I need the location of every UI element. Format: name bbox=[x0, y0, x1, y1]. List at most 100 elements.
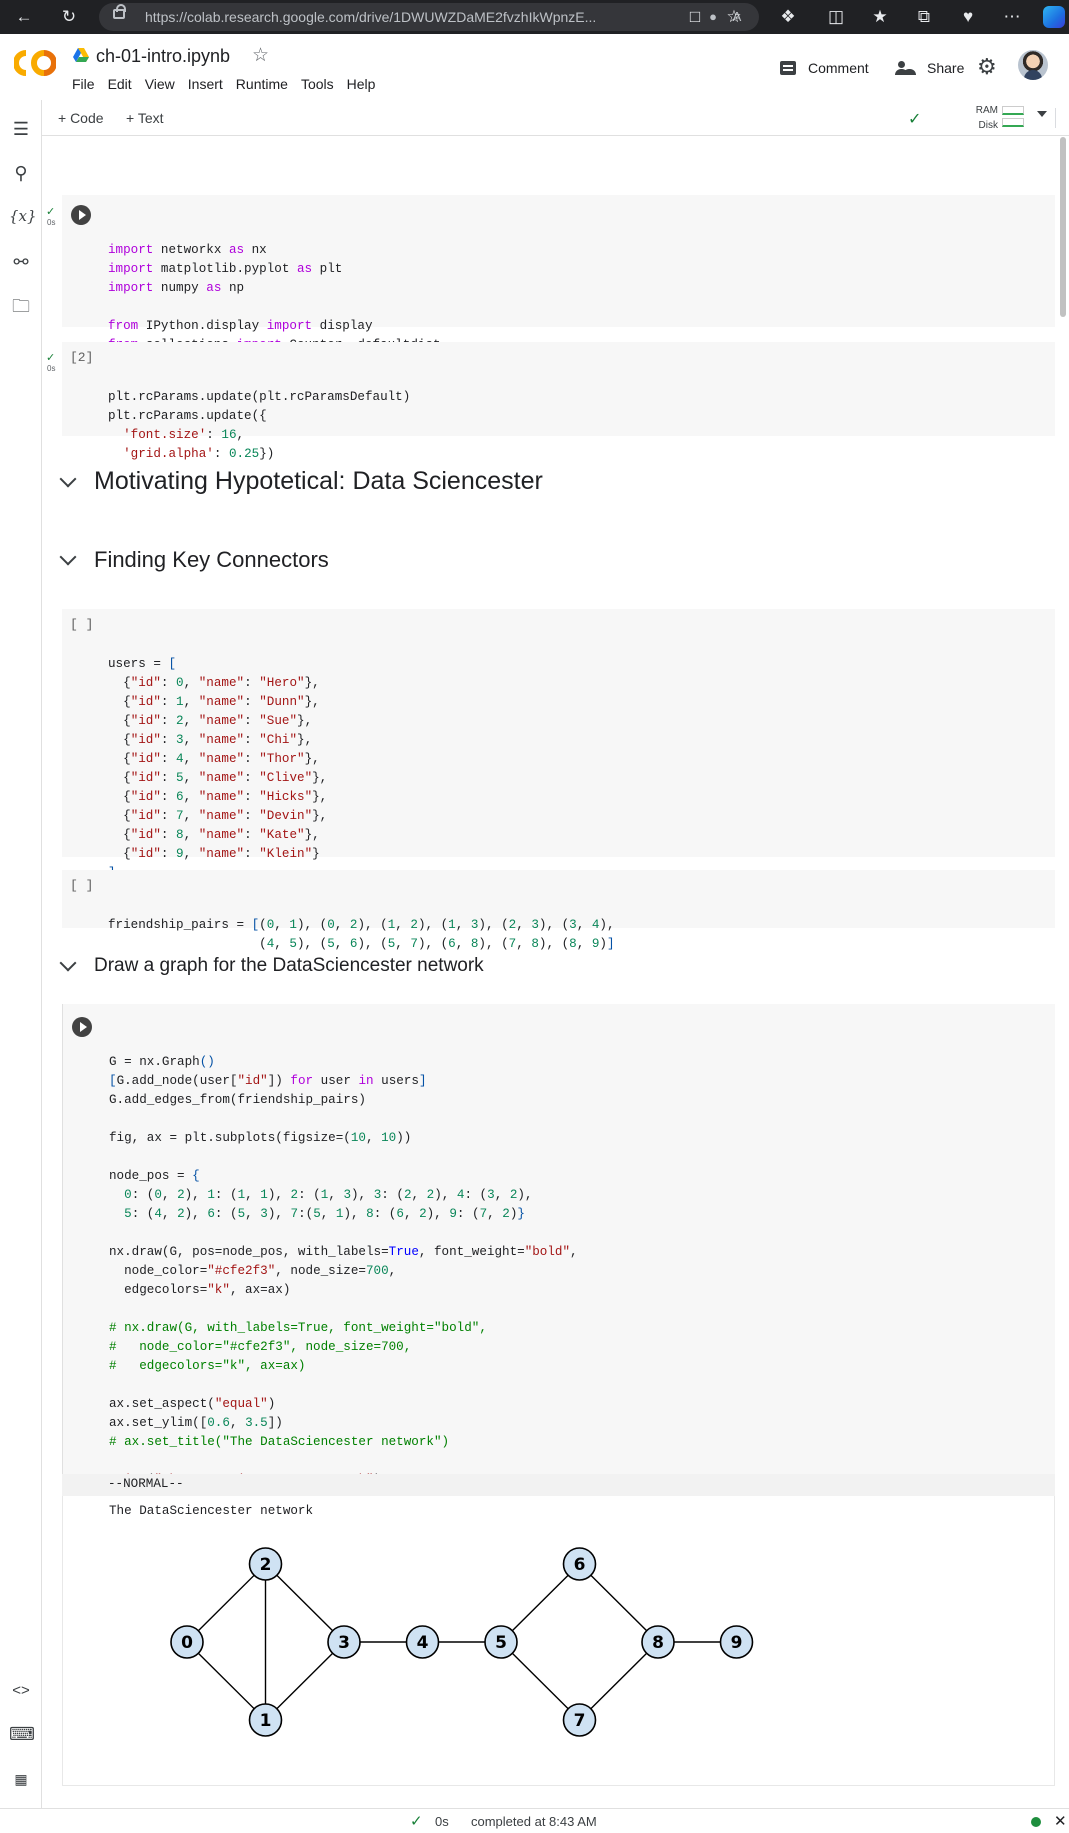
code-line: # nx.draw(G, with_labels=True, font_weig… bbox=[109, 1321, 487, 1335]
code-line: (4, 5), (5, 6), (5, 7), (6, 8), (7, 8), … bbox=[108, 937, 615, 951]
resource-labels[interactable]: RAM Disk bbox=[932, 103, 998, 133]
code-line: G.add_edges_from(friendship_pairs) bbox=[109, 1093, 366, 1107]
code-line: # node_color="#cfe2f3", node_size=700, bbox=[109, 1340, 412, 1354]
favorite-icon[interactable]: ☆ bbox=[722, 5, 746, 29]
code-line: {"id": 1, "name": "Dunn"}, bbox=[108, 695, 320, 709]
menu-view[interactable]: View bbox=[145, 76, 175, 92]
code-cell[interactable]: [ ] friendship_pairs = [(0, 1), (0, 2), … bbox=[62, 870, 1055, 951]
vim-mode: --NORMAL-- bbox=[108, 1477, 184, 1491]
code-line: {"id": 7, "name": "Devin"}, bbox=[108, 809, 328, 823]
heading-text: Draw a graph for the DataSciencester net… bbox=[94, 955, 484, 976]
terminal-icon[interactable]: ▦ bbox=[9, 1767, 33, 1791]
reader-icon[interactable]: □ bbox=[683, 5, 707, 29]
address-bar[interactable]: https://colab.research.google.com/drive/… bbox=[99, 3, 759, 31]
gear-icon[interactable]: ⚙ bbox=[977, 56, 997, 78]
code-cell[interactable]: G = nx.Graph() [G.add_node(user["id"]) fo… bbox=[62, 1004, 1055, 1506]
chevron-down-icon[interactable] bbox=[59, 954, 77, 972]
code-line: plt.rcParams.update({ bbox=[108, 409, 267, 423]
chevron-down-icon[interactable] bbox=[59, 548, 77, 566]
code-line: {"id": 8, "name": "Kate"}, bbox=[108, 828, 320, 842]
heading-text: Finding Key Connectors bbox=[94, 547, 329, 572]
menu-help[interactable]: Help bbox=[347, 76, 376, 92]
menu-bar: File Edit View Insert Runtime Tools Help bbox=[72, 76, 388, 92]
resource-meter[interactable] bbox=[1002, 106, 1024, 130]
scroll-thumb[interactable] bbox=[1060, 137, 1066, 317]
exec-success-icon: ✓ bbox=[46, 352, 56, 364]
key-icon[interactable]: ⚯ bbox=[9, 250, 33, 274]
menu-runtime[interactable]: Runtime bbox=[236, 76, 288, 92]
run-cell-icon[interactable] bbox=[72, 1017, 92, 1037]
code-snippets-icon[interactable]: <> bbox=[9, 1679, 33, 1703]
menu-edit[interactable]: Edit bbox=[108, 76, 132, 92]
menu-tools[interactable]: Tools bbox=[301, 76, 334, 92]
toc-icon[interactable]: ☰ bbox=[9, 117, 33, 141]
code-line: users = [ bbox=[108, 657, 177, 671]
exec-time: 0s bbox=[47, 218, 56, 227]
star-icon[interactable]: ☆ bbox=[252, 44, 269, 67]
command-palette-icon[interactable]: ⌨ bbox=[9, 1722, 35, 1746]
more-icon[interactable]: ⋯ bbox=[1000, 5, 1024, 29]
add-text-button[interactable]: + Text bbox=[126, 110, 164, 126]
disk-label: Disk bbox=[978, 120, 998, 131]
code-line: edgecolors="k", ax=ax) bbox=[109, 1283, 291, 1297]
code-line: {"id": 9, "name": "Klein"} bbox=[108, 847, 320, 861]
notebook-toolbar: + Code + Text ✓ RAM Disk ⌃ bbox=[42, 100, 1069, 136]
comment-button[interactable]: Comment bbox=[780, 57, 869, 79]
extensions-icon[interactable]: ❖ bbox=[776, 5, 800, 29]
section-heading[interactable]: Finding Key Connectors bbox=[42, 547, 329, 573]
drive-icon[interactable] bbox=[73, 48, 89, 62]
code-line: plt.rcParams.update(plt.rcParamsDefault) bbox=[108, 390, 411, 404]
refresh-icon[interactable]: ↻ bbox=[57, 5, 81, 29]
code-line: from IPython.display import display bbox=[108, 319, 373, 333]
copilot-icon[interactable] bbox=[1043, 6, 1065, 28]
colab-logo[interactable] bbox=[14, 50, 56, 76]
code-line: friendship_pairs = [(0, 1), (0, 2), (1, … bbox=[108, 918, 615, 932]
graph-node-label: 4 bbox=[417, 1633, 429, 1653]
section-heading[interactable]: Motivating Hypotetical: Data Sciencester bbox=[42, 467, 543, 496]
section-heading[interactable]: Draw a graph for the DataSciencester net… bbox=[42, 954, 484, 977]
chevron-down-icon[interactable] bbox=[59, 470, 77, 487]
graph-node-label: 9 bbox=[731, 1633, 743, 1653]
code-cell[interactable]: [ ] users = [ {"id": 0, "name": "Hero"},… bbox=[62, 609, 1055, 880]
variables-icon[interactable]: {x} bbox=[9, 204, 37, 228]
code-line: import networkx as nx bbox=[108, 243, 267, 257]
graph-node-label: 6 bbox=[574, 1555, 586, 1575]
code-line: node_pos = { bbox=[109, 1169, 200, 1183]
scrollbar[interactable] bbox=[1059, 137, 1067, 1791]
connection-status-dot bbox=[1031, 1817, 1041, 1827]
code-cell[interactable]: [2] plt.rcParams.update(plt.rcParamsDefa… bbox=[62, 342, 1055, 461]
chevron-down-icon[interactable] bbox=[1037, 111, 1047, 117]
back-icon[interactable]: ← bbox=[12, 5, 36, 29]
notebook-content: import networkx as nx import matplotlib.p… bbox=[42, 137, 1057, 1791]
search-icon[interactable]: ⚲ bbox=[9, 161, 33, 185]
graph-node-label: 1 bbox=[260, 1711, 272, 1731]
url-text[interactable]: https://colab.research.google.com/drive/… bbox=[145, 9, 693, 25]
collections-icon[interactable]: ⧉ bbox=[912, 5, 936, 29]
notebook-title[interactable]: ch-01-intro.ipynb bbox=[96, 46, 230, 67]
close-icon[interactable]: ✕ bbox=[1054, 1812, 1067, 1830]
exec-count: [ ] bbox=[70, 617, 94, 632]
code-line: {"id": 5, "name": "Clive"}, bbox=[108, 771, 328, 785]
favorites-icon[interactable]: ★ bbox=[868, 5, 892, 29]
share-button[interactable]: Share bbox=[895, 57, 964, 79]
split-icon[interactable]: ◫ bbox=[824, 5, 848, 29]
add-code-button[interactable]: + Code bbox=[58, 110, 104, 126]
code-line: import numpy as np bbox=[108, 281, 245, 295]
avatar[interactable] bbox=[1018, 50, 1048, 80]
folder-icon[interactable]: 🗀 bbox=[9, 294, 33, 318]
health-icon[interactable]: ♥ bbox=[956, 5, 980, 29]
code-line: G = nx.Graph() bbox=[109, 1055, 215, 1069]
menu-file[interactable]: File bbox=[72, 76, 95, 92]
status-text[interactable]: completed at 8:43 AM bbox=[471, 1814, 597, 1829]
menu-insert[interactable]: Insert bbox=[188, 76, 223, 92]
graph-node-label: 0 bbox=[181, 1633, 193, 1653]
run-cell-icon[interactable] bbox=[71, 205, 91, 225]
code-cell[interactable]: import networkx as nx import matplotlib.p… bbox=[62, 195, 1055, 352]
cell-code[interactable]: G = nx.Graph() [G.add_node(user["id"]) fo… bbox=[109, 1015, 578, 1547]
divider bbox=[1055, 108, 1056, 128]
code-line: import matplotlib.pyplot as plt bbox=[108, 262, 343, 276]
exec-success-icon: ✓ bbox=[46, 206, 56, 218]
